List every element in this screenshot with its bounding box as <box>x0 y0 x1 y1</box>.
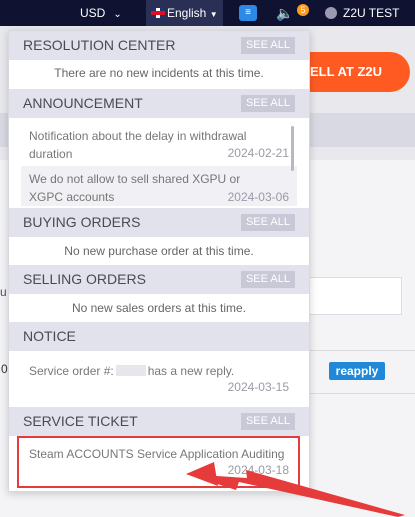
annotation-arrow-icon <box>186 462 405 517</box>
